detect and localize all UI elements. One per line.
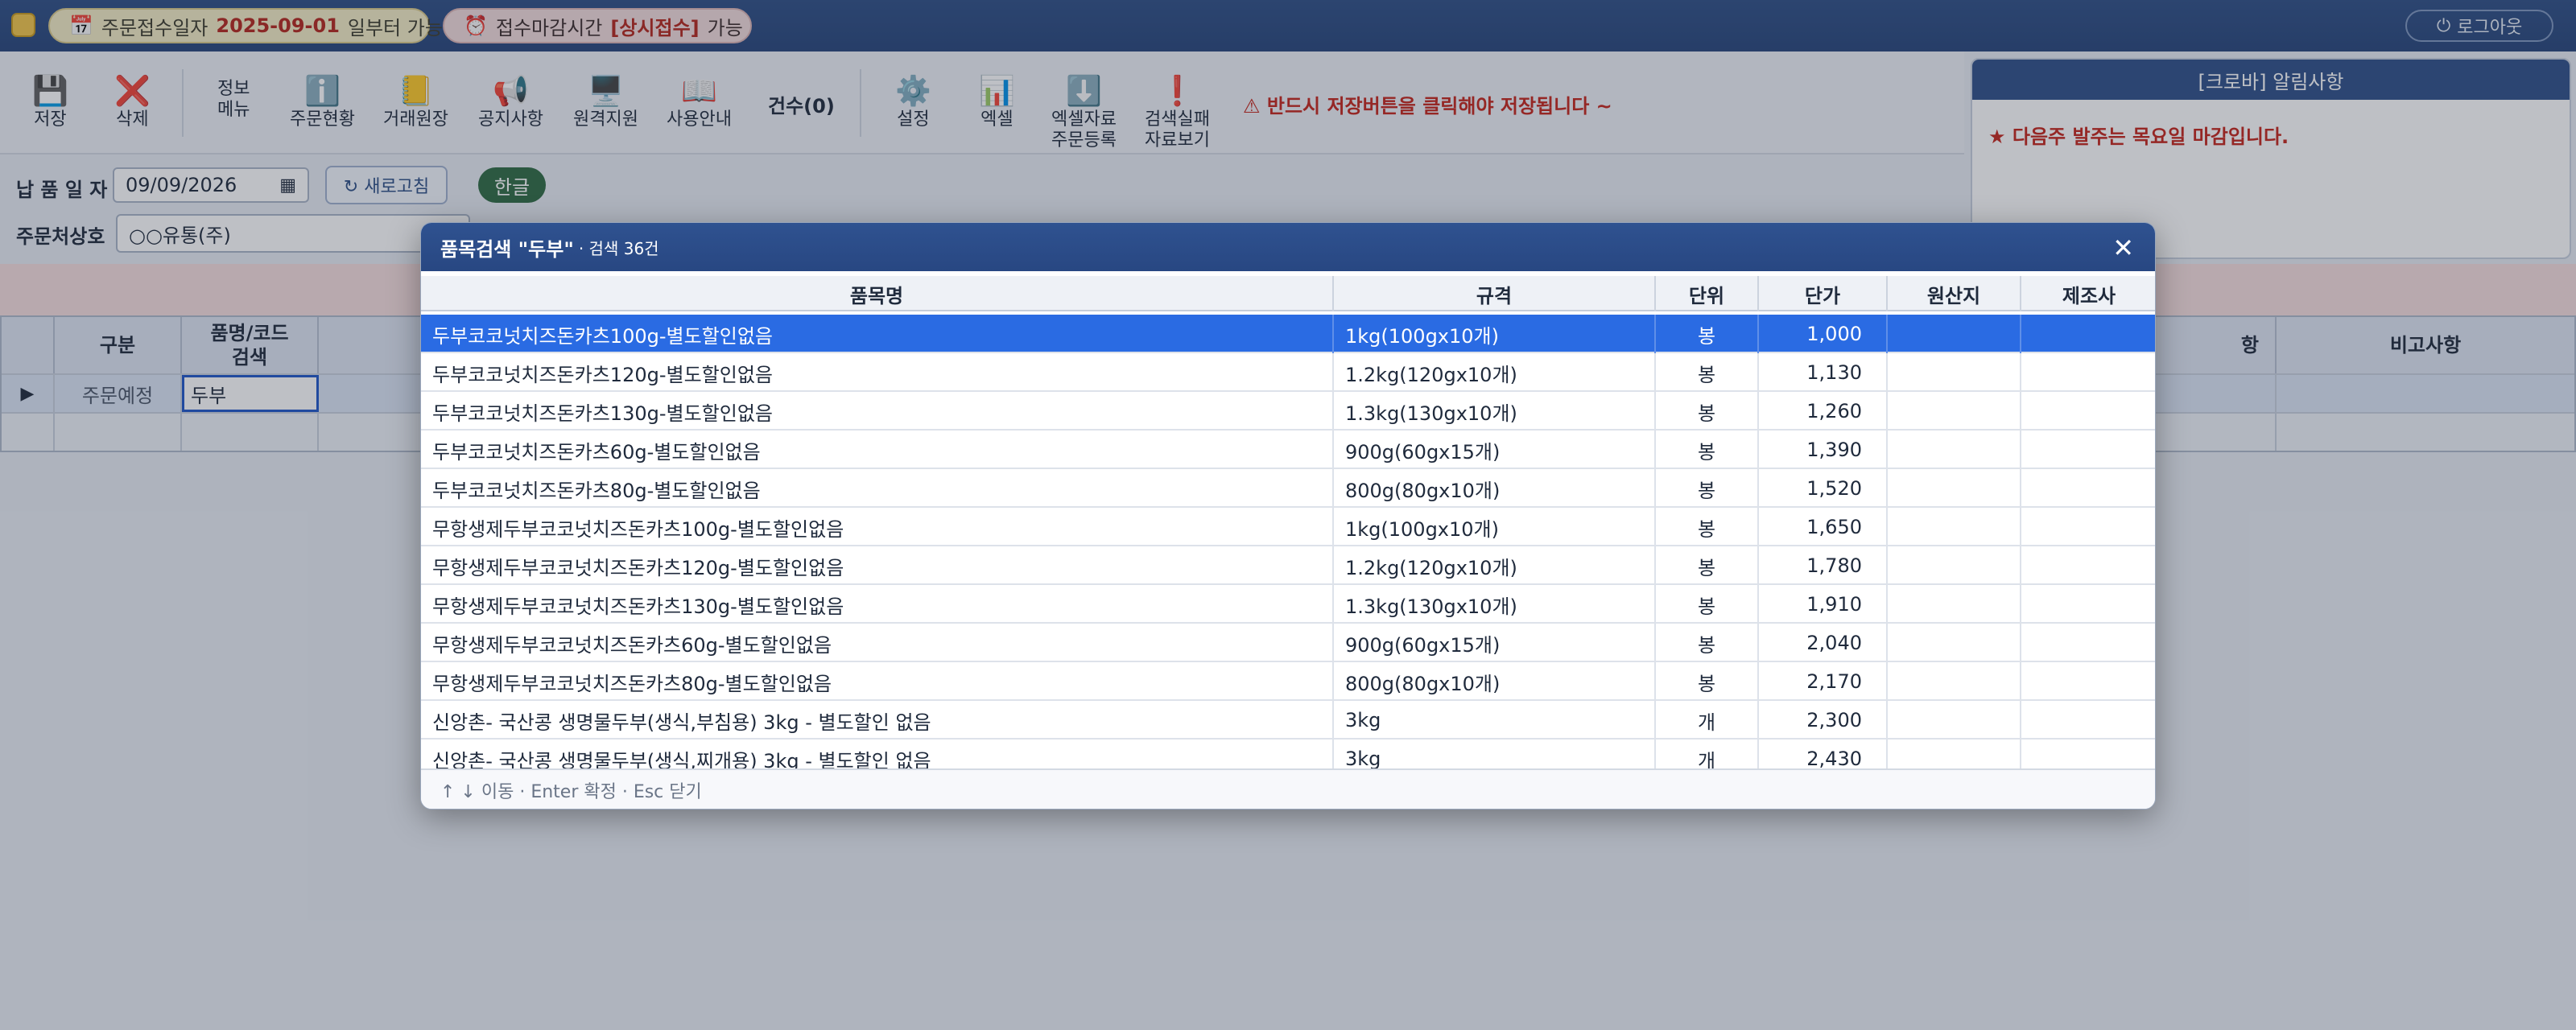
cell-name: 두부코코넛치즈돈카츠60g-별도할인없음: [421, 431, 1334, 469]
cell-spec: 800g(80gx10개): [1334, 662, 1656, 701]
cell-spec: 900g(60gx15개): [1334, 431, 1656, 469]
cell-origin: [1888, 315, 2021, 353]
cell-price: 1,130: [1759, 353, 1888, 392]
table-row[interactable]: 두부코코넛치즈돈카츠130g-별도할인없음 1.3kg(130gx10개) 봉 …: [421, 392, 2155, 431]
cell-maker: [2021, 353, 2155, 392]
table-row[interactable]: 두부코코넛치즈돈카츠80g-별도할인없음 800g(80gx10개) 봉 1,5…: [421, 469, 2155, 508]
cell-maker: [2021, 431, 2155, 469]
cell-price: 1,650: [1759, 508, 1888, 546]
table-row[interactable]: 무항생제두부코코넛치즈돈카츠120g-별도할인없음 1.2kg(120gx10개…: [421, 546, 2155, 585]
cell-maker: [2021, 508, 2155, 546]
cell-price: 1,780: [1759, 546, 1888, 585]
cell-spec: 3kg: [1334, 701, 1656, 740]
cell-unit: 봉: [1656, 315, 1759, 353]
table-row[interactable]: 무항생제두부코코넛치즈돈카츠60g-별도할인없음 900g(60gx15개) 봉…: [421, 624, 2155, 662]
cell-spec: 1.2kg(120gx10개): [1334, 546, 1656, 585]
cell-origin: [1888, 624, 2021, 662]
cell-name: 무항생제두부코코넛치즈돈카츠60g-별도할인없음: [421, 624, 1334, 662]
cell-price: 2,170: [1759, 662, 1888, 701]
cell-spec: 1.2kg(120gx10개): [1334, 353, 1656, 392]
cell-origin: [1888, 508, 2021, 546]
cell-price: 2,430: [1759, 740, 1888, 768]
cell-origin: [1888, 431, 2021, 469]
col-header-name: 품목명: [421, 276, 1334, 311]
cell-origin: [1888, 662, 2021, 701]
cell-name: 무항생제두부코코넛치즈돈카츠130g-별도할인없음: [421, 585, 1334, 624]
table-row[interactable]: 두부코코넛치즈돈카츠120g-별도할인없음 1.2kg(120gx10개) 봉 …: [421, 353, 2155, 392]
table-row[interactable]: 무항생제두부코코넛치즈돈카츠100g-별도할인없음 1kg(100gx10개) …: [421, 508, 2155, 546]
table-row[interactable]: 두부코코넛치즈돈카츠100g-별도할인없음 1kg(100gx10개) 봉 1,…: [421, 315, 2155, 353]
cell-maker: [2021, 740, 2155, 768]
cell-spec: 1kg(100gx10개): [1334, 508, 1656, 546]
cell-spec: 1.3kg(130gx10개): [1334, 585, 1656, 624]
cell-origin: [1888, 353, 2021, 392]
col-header-unit: 단위: [1656, 276, 1759, 311]
cell-price: 1,910: [1759, 585, 1888, 624]
cell-origin: [1888, 392, 2021, 431]
table-row[interactable]: 두부코코넛치즈돈카츠60g-별도할인없음 900g(60gx15개) 봉 1,3…: [421, 431, 2155, 469]
col-header-spec: 규격: [1334, 276, 1656, 311]
cell-price: 1,390: [1759, 431, 1888, 469]
cell-name: 두부코코넛치즈돈카츠100g-별도할인없음: [421, 315, 1334, 353]
cell-spec: 1kg(100gx10개): [1334, 315, 1656, 353]
cell-maker: [2021, 701, 2155, 740]
cell-name: 두부코코넛치즈돈카츠120g-별도할인없음: [421, 353, 1334, 392]
cell-maker: [2021, 315, 2155, 353]
dialog-title: 품목검색 "두부": [440, 237, 574, 261]
cell-unit: 봉: [1656, 469, 1759, 508]
cell-unit: 봉: [1656, 508, 1759, 546]
cell-name: 무항생제두부코코넛치즈돈카츠80g-별도할인없음: [421, 662, 1334, 701]
cell-spec: 3kg: [1334, 740, 1656, 768]
dialog-header: 품목검색 "두부" · 검색 36건 ✕: [421, 223, 2155, 271]
cell-unit: 봉: [1656, 392, 1759, 431]
close-icon[interactable]: ✕: [2112, 233, 2134, 263]
cell-price: 1,260: [1759, 392, 1888, 431]
cell-maker: [2021, 585, 2155, 624]
cell-name: 무항생제두부코코넛치즈돈카츠120g-별도할인없음: [421, 546, 1334, 585]
cell-price: 2,300: [1759, 701, 1888, 740]
table-row[interactable]: 신앙촌- 국산콩 생명물두부(생식,부침용) 3kg - 별도할인 없음 3kg…: [421, 701, 2155, 740]
cell-spec: 800g(80gx10개): [1334, 469, 1656, 508]
cell-spec: 1.3kg(130gx10개): [1334, 392, 1656, 431]
col-header-maker: 제조사: [2062, 284, 2116, 307]
cell-maker: [2021, 662, 2155, 701]
cell-origin: [1888, 469, 2021, 508]
cell-origin: [1888, 546, 2021, 585]
cell-name: 신앙촌- 국산콩 생명물두부(생식,부침용) 3kg - 별도할인 없음: [421, 701, 1334, 740]
cell-unit: 봉: [1656, 624, 1759, 662]
cell-name: 두부코코넛치즈돈카츠80g-별도할인없음: [421, 469, 1334, 508]
item-search-dialog: 품목검색 "두부" · 검색 36건 ✕ 품목명 규격 단위 단가 원산지 제조…: [420, 222, 2156, 810]
table-row[interactable]: 무항생제두부코코넛치즈돈카츠130g-별도할인없음 1.3kg(130gx10개…: [421, 585, 2155, 624]
cell-spec: 900g(60gx15개): [1334, 624, 1656, 662]
cell-unit: 봉: [1656, 353, 1759, 392]
dialog-result-count: · 검색 36건: [578, 238, 659, 258]
results-table-body: 두부코코넛치즈돈카츠100g-별도할인없음 1kg(100gx10개) 봉 1,…: [421, 315, 2155, 768]
cell-maker: [2021, 469, 2155, 508]
cell-origin: [1888, 701, 2021, 740]
cell-origin: [1888, 585, 2021, 624]
table-row[interactable]: 신앙촌- 국산콩 생명물두부(생식,찌개용) 3kg - 별도할인 없음 3kg…: [421, 740, 2155, 768]
cell-unit: 봉: [1656, 662, 1759, 701]
col-header-price: 단가: [1759, 276, 1888, 311]
dialog-footer-hint: ↑ ↓ 이동 · Enter 확정 · Esc 닫기: [421, 768, 2155, 809]
cell-unit: 개: [1656, 740, 1759, 768]
cell-maker: [2021, 624, 2155, 662]
cell-origin: [1888, 740, 2021, 768]
cell-name: 신앙촌- 국산콩 생명물두부(생식,찌개용) 3kg - 별도할인 없음: [421, 740, 1334, 768]
cell-maker: [2021, 392, 2155, 431]
cell-price: 2,040: [1759, 624, 1888, 662]
cell-price: 1,000: [1759, 315, 1888, 353]
results-table-header: 품목명 규격 단위 단가 원산지 제조사: [421, 276, 2155, 311]
cell-name: 무항생제두부코코넛치즈돈카츠100g-별도할인없음: [421, 508, 1334, 546]
table-row[interactable]: 무항생제두부코코넛치즈돈카츠80g-별도할인없음 800g(80gx10개) 봉…: [421, 662, 2155, 701]
cell-unit: 봉: [1656, 546, 1759, 585]
cell-unit: 개: [1656, 701, 1759, 740]
cell-price: 1,520: [1759, 469, 1888, 508]
cell-unit: 봉: [1656, 585, 1759, 624]
cell-unit: 봉: [1656, 431, 1759, 469]
cell-name: 두부코코넛치즈돈카츠130g-별도할인없음: [421, 392, 1334, 431]
cell-maker: [2021, 546, 2155, 585]
col-header-origin: 원산지: [1888, 276, 2021, 311]
